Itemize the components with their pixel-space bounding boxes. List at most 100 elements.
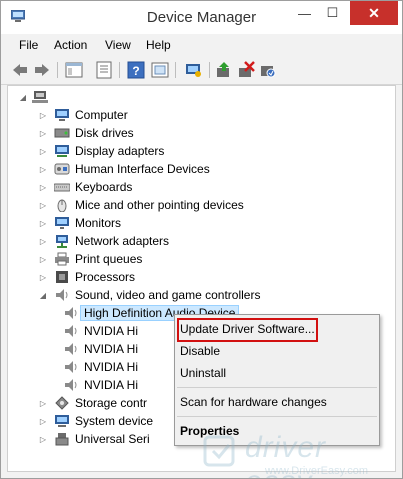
system-device-icon <box>55 415 69 427</box>
node-label: Storage contr <box>75 396 148 410</box>
tree-node-disk-drives[interactable]: ▷ Disk drives <box>38 124 134 142</box>
computer-root-icon <box>32 91 48 103</box>
node-label: Monitors <box>75 216 122 230</box>
node-label: NVIDIA Hi <box>84 378 139 392</box>
menu-file[interactable]: File <box>19 38 38 52</box>
tree-node-nvidia-1[interactable]: NVIDIA Hi <box>63 322 138 340</box>
monitor-icon <box>55 217 69 229</box>
expand-arrow-icon[interactable]: ▷ <box>38 146 48 156</box>
tree-node-human-interface-devices[interactable]: ▷ Human Interface Devices <box>38 160 210 178</box>
context-menu: Update Driver Software... Disable Uninst… <box>174 314 380 446</box>
toolbar-separator <box>119 62 120 78</box>
tree-node-computer[interactable]: ▷ Computer <box>38 106 128 124</box>
tree-node-monitors[interactable]: ▷ Monitors <box>38 214 121 232</box>
monitor-scan-icon[interactable] <box>185 61 203 79</box>
tree-node-storage-controllers[interactable]: ▷ Storage contr <box>38 394 147 412</box>
speaker-icon <box>65 379 77 391</box>
expand-arrow-icon[interactable]: ▷ <box>38 236 48 246</box>
node-label: Keyboards <box>75 180 133 194</box>
forward-arrow-icon[interactable] <box>33 61 51 79</box>
svg-text:?: ? <box>132 64 139 78</box>
node-label: Sound, video and game controllers <box>75 288 261 302</box>
node-label: Processors <box>75 270 136 284</box>
processor-icon <box>56 271 68 283</box>
expand-arrow-icon[interactable]: ▷ <box>38 434 48 444</box>
node-label: Human Interface Devices <box>75 162 210 176</box>
node-label: Computer <box>75 108 128 122</box>
node-label: NVIDIA Hi <box>84 360 139 374</box>
expand-arrow-icon[interactable]: ▷ <box>38 128 48 138</box>
display-adapter-icon <box>55 145 69 157</box>
usb-icon <box>55 433 69 446</box>
close-button[interactable]: ✕ <box>350 1 398 25</box>
tree-node-nvidia-4[interactable]: NVIDIA Hi <box>63 376 138 394</box>
tree-node-sound-video-game[interactable]: ◢ Sound, video and game controllers <box>38 286 261 304</box>
minimize-button[interactable]: — <box>291 1 318 25</box>
tree-node-nvidia-3[interactable]: NVIDIA Hi <box>63 358 138 376</box>
back-arrow-icon[interactable] <box>11 61 29 79</box>
scan-hardware-icon[interactable] <box>259 61 277 79</box>
expand-arrow-icon[interactable]: ▷ <box>38 254 48 264</box>
tree-node-keyboards[interactable]: ▷ Keyboards <box>38 178 132 196</box>
toolbar-separator <box>175 62 176 78</box>
expand-arrow-icon[interactable]: ▷ <box>38 200 48 210</box>
node-label: System device <box>75 414 154 428</box>
menu-bar: File Action View Help <box>1 34 402 56</box>
show-devices-icon[interactable] <box>151 61 169 79</box>
toolbar: ? <box>1 56 402 85</box>
toolbar-separator <box>57 62 58 78</box>
node-label: Display adapters <box>75 144 165 158</box>
tree-root[interactable]: ◢ <box>18 88 53 106</box>
uninstall-device-icon[interactable] <box>237 61 255 79</box>
hid-icon <box>54 163 70 175</box>
watermark: driver easy www.DriverEasy.com <box>201 429 401 478</box>
collapse-arrow-icon[interactable]: ◢ <box>18 92 28 102</box>
expand-arrow-icon[interactable]: ▷ <box>38 164 48 174</box>
tree-node-system-devices[interactable]: ▷ System device <box>38 412 153 430</box>
node-label: Print queues <box>75 252 143 266</box>
tree-node-network-adapters[interactable]: ▷ Network adapters <box>38 232 169 250</box>
menu-view[interactable]: View <box>105 38 131 52</box>
driver-easy-logo-icon <box>203 435 235 467</box>
tree-node-nvidia-2[interactable]: NVIDIA Hi <box>63 340 138 358</box>
tree-node-mice[interactable]: ▷ Mice and other pointing devices <box>38 196 244 214</box>
title-bar: Device Manager — ☐ ✕ <box>1 1 402 34</box>
computer-icon <box>55 109 69 121</box>
menu-uninstall[interactable]: Uninstall <box>180 366 226 380</box>
speaker-icon <box>65 361 77 373</box>
node-label: Network adapters <box>75 234 170 248</box>
tree-node-display-adapters[interactable]: ▷ Display adapters <box>38 142 164 160</box>
node-label: NVIDIA Hi <box>84 324 139 338</box>
menu-separator <box>177 387 377 388</box>
tree-node-usb-controllers[interactable]: ▷ Universal Seri <box>38 430 150 448</box>
speaker-icon <box>56 289 68 301</box>
node-label: NVIDIA Hi <box>84 342 139 356</box>
tree-node-processors[interactable]: ▷ Processors <box>38 268 135 286</box>
menu-disable[interactable]: Disable <box>180 344 220 358</box>
tree-node-print-queues[interactable]: ▷ Print queues <box>38 250 142 268</box>
update-driver-icon[interactable] <box>215 61 233 79</box>
show-hide-tree-icon[interactable] <box>65 61 83 79</box>
menu-help[interactable]: Help <box>146 38 171 52</box>
menu-action[interactable]: Action <box>54 38 87 52</box>
menu-separator <box>177 416 377 417</box>
speaker-icon <box>65 307 77 319</box>
expand-arrow-icon[interactable]: ▷ <box>38 416 48 426</box>
expand-arrow-icon[interactable]: ▷ <box>38 218 48 228</box>
mouse-icon <box>57 199 67 212</box>
menu-update-driver-software[interactable]: Update Driver Software... <box>180 322 315 336</box>
toolbar-separator <box>209 62 210 78</box>
expand-arrow-icon[interactable]: ▷ <box>38 110 48 120</box>
watermark-url: www.DriverEasy.com <box>265 465 369 477</box>
expand-arrow-icon[interactable]: ▷ <box>38 398 48 408</box>
speaker-icon <box>65 343 77 355</box>
maximize-button[interactable]: ☐ <box>319 1 346 25</box>
menu-scan-hardware[interactable]: Scan for hardware changes <box>180 395 327 409</box>
properties-icon[interactable] <box>95 61 113 79</box>
collapse-arrow-icon[interactable]: ◢ <box>38 290 48 300</box>
expand-arrow-icon[interactable]: ▷ <box>38 272 48 282</box>
device-manager-window: Device Manager — ☐ ✕ File Action View He… <box>0 0 403 479</box>
expand-arrow-icon[interactable]: ▷ <box>38 182 48 192</box>
help-icon[interactable]: ? <box>127 61 145 79</box>
disk-drive-icon <box>54 128 70 138</box>
